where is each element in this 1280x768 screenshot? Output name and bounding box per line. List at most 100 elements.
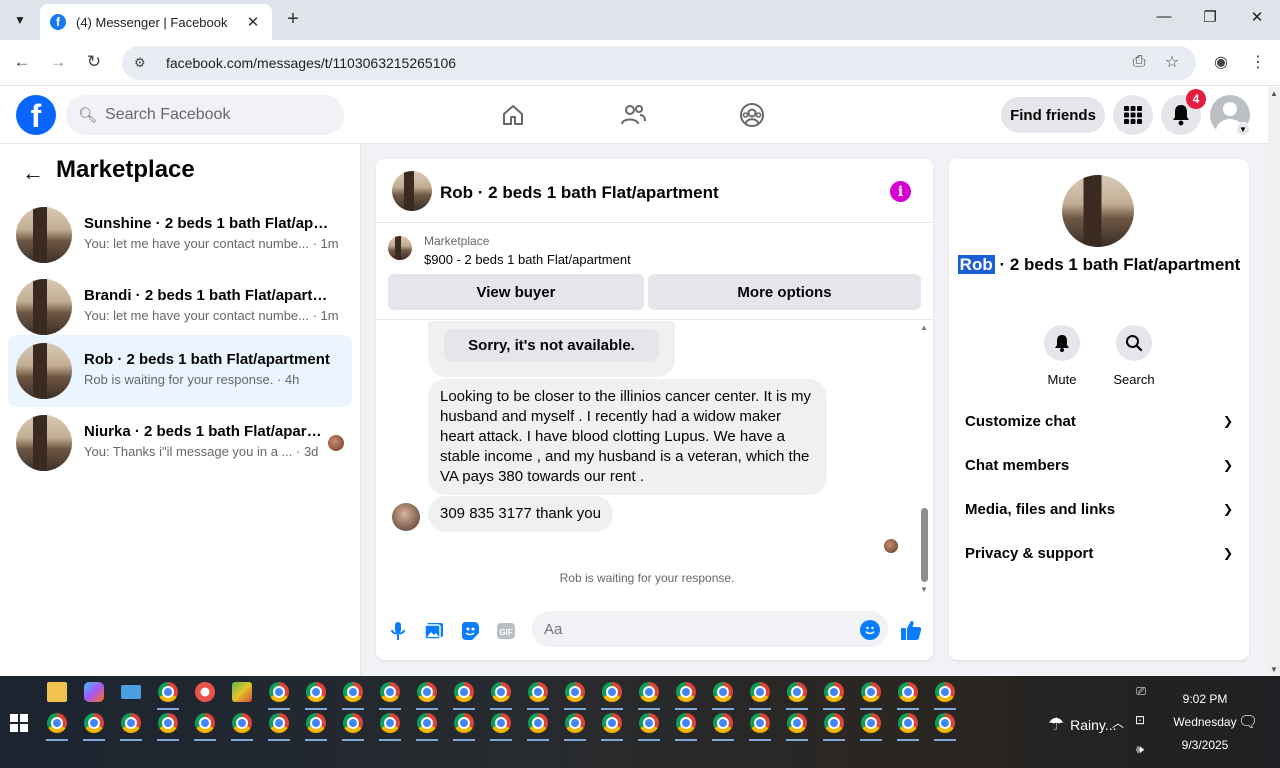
chrome-taskbar-icon[interactable] bbox=[602, 682, 622, 702]
chrome-taskbar-icon[interactable] bbox=[380, 713, 400, 733]
chrome-taskbar-icon[interactable] bbox=[750, 682, 770, 702]
conversation-item-active[interactable]: Rob · 2 beds 1 bath Flat/apartment Rob i… bbox=[8, 335, 352, 407]
install-app-icon[interactable]: ⎙ bbox=[1128, 53, 1150, 71]
new-tab-button[interactable]: + bbox=[282, 8, 304, 31]
profile-icon[interactable]: ◉ bbox=[1210, 52, 1232, 72]
chrome-taskbar-icon[interactable] bbox=[713, 682, 733, 702]
chrome-taskbar-icon[interactable] bbox=[158, 682, 178, 702]
conversation-item[interactable]: Sunshine · 2 beds 1 bath Flat/apartment … bbox=[8, 199, 352, 271]
site-info-icon[interactable]: ⚙ bbox=[134, 55, 152, 71]
chrome-taskbar-icon[interactable] bbox=[343, 713, 363, 733]
back-icon[interactable]: ← bbox=[10, 52, 34, 72]
thumbs-up-icon[interactable] bbox=[900, 619, 922, 641]
tab-search-button[interactable]: ▼ bbox=[6, 8, 34, 32]
chrome-taskbar-icon[interactable] bbox=[565, 682, 585, 702]
conversation-item[interactable]: Niurka · 2 beds 1 bath Flat/apartment Yo… bbox=[8, 407, 352, 479]
close-window-button[interactable]: ✕ bbox=[1245, 8, 1269, 26]
forward-icon[interactable]: → bbox=[46, 52, 70, 72]
chrome-taskbar-icon[interactable] bbox=[639, 682, 659, 702]
chat-thumbnail[interactable] bbox=[392, 171, 432, 211]
more-options-button[interactable]: More options bbox=[648, 274, 921, 310]
chrome-taskbar-icon[interactable] bbox=[195, 713, 215, 733]
chrome-taskbar-icon[interactable] bbox=[232, 713, 252, 733]
chrome-taskbar-icon[interactable] bbox=[861, 682, 881, 702]
chrome-taskbar-icon[interactable] bbox=[306, 682, 326, 702]
chrome-taskbar-icon[interactable] bbox=[121, 713, 141, 733]
emoji-icon[interactable] bbox=[860, 620, 880, 640]
chrome-taskbar-icon[interactable] bbox=[639, 713, 659, 733]
view-buyer-button[interactable]: View buyer bbox=[388, 274, 644, 310]
chrome-taskbar-icon[interactable] bbox=[158, 713, 178, 733]
chrome-taskbar-icon[interactable] bbox=[491, 682, 511, 702]
chat-members-section[interactable]: Chat members ❯ bbox=[965, 453, 1233, 477]
scroll-down-icon[interactable]: ▼ bbox=[920, 585, 928, 594]
account-chevron-down-icon[interactable]: ▼ bbox=[1236, 122, 1250, 136]
chrome-taskbar-icon[interactable] bbox=[676, 713, 696, 733]
volume-icon[interactable]: 🕪︎ bbox=[1132, 742, 1148, 757]
sender-avatar[interactable] bbox=[392, 503, 420, 531]
gif-icon[interactable]: GIF bbox=[496, 621, 516, 641]
chrome-taskbar-icon[interactable] bbox=[824, 713, 844, 733]
home-nav-icon[interactable] bbox=[497, 99, 529, 131]
clock-date[interactable]: 9/3/2025 bbox=[1152, 738, 1258, 752]
notification-center-icon[interactable]: 🗨︎ bbox=[1238, 712, 1258, 732]
chrome-taskbar-icon[interactable] bbox=[898, 713, 918, 733]
copilot-icon[interactable] bbox=[84, 682, 104, 702]
file-explorer-icon[interactable] bbox=[47, 682, 67, 702]
app-icon[interactable] bbox=[195, 682, 215, 702]
chrome-taskbar-icon[interactable] bbox=[269, 713, 289, 733]
groups-nav-icon[interactable] bbox=[736, 99, 768, 131]
listing-large-thumbnail[interactable] bbox=[1062, 175, 1134, 247]
chrome-taskbar-icon[interactable] bbox=[787, 713, 807, 733]
minimize-button[interactable]: — bbox=[1152, 8, 1176, 25]
chrome-menu-icon[interactable]: ⋮ bbox=[1247, 52, 1269, 72]
chrome-taskbar-icon[interactable] bbox=[417, 682, 437, 702]
menu-grid-icon[interactable] bbox=[1113, 95, 1153, 135]
reload-icon[interactable]: ↻ bbox=[82, 52, 106, 72]
network-icon[interactable]: ⊡ bbox=[1132, 713, 1148, 727]
chrome-taskbar-icon[interactable] bbox=[306, 713, 326, 733]
chat-title[interactable]: Rob · 2 beds 1 bath Flat/apartment bbox=[440, 183, 719, 203]
conversation-item[interactable]: Brandi · 2 beds 1 bath Flat/apartment Yo… bbox=[8, 271, 352, 343]
chrome-taskbar-icon[interactable] bbox=[824, 682, 844, 702]
message-scrollbar[interactable]: ▲ ▼ bbox=[918, 321, 930, 599]
facebook-search-input[interactable]: 🔍︎ Search Facebook bbox=[66, 95, 344, 135]
tray-chevron-up-icon[interactable]: ︿ bbox=[1111, 714, 1125, 731]
find-friends-button[interactable]: Find friends bbox=[1001, 97, 1105, 133]
search-in-chat-button[interactable]: Search bbox=[1104, 325, 1164, 387]
chrome-taskbar-icon[interactable] bbox=[491, 713, 511, 733]
chrome-taskbar-icon[interactable] bbox=[565, 713, 585, 733]
chrome-taskbar-icon[interactable] bbox=[935, 713, 955, 733]
sorry-not-available-button[interactable]: Sorry, it's not available. bbox=[444, 329, 659, 361]
scroll-up-icon[interactable]: ▲ bbox=[920, 323, 928, 332]
chrome-taskbar-icon[interactable] bbox=[528, 682, 548, 702]
chrome-taskbar-icon[interactable] bbox=[713, 713, 733, 733]
photo-icon[interactable] bbox=[424, 621, 444, 641]
chrome-taskbar-icon[interactable] bbox=[454, 713, 474, 733]
friends-nav-icon[interactable] bbox=[617, 99, 649, 131]
sticker-icon[interactable] bbox=[460, 621, 480, 641]
microphone-icon[interactable] bbox=[388, 621, 408, 641]
chrome-taskbar-icon[interactable] bbox=[935, 682, 955, 702]
listing-price[interactable]: $900 - 2 beds 1 bath Flat/apartment bbox=[424, 252, 631, 267]
chrome-taskbar-icon[interactable] bbox=[454, 682, 474, 702]
address-bar[interactable]: ⚙ facebook.com/messages/t/11030632152651… bbox=[122, 46, 1196, 80]
chrome-taskbar-icon[interactable] bbox=[898, 682, 918, 702]
chrome-taskbar-icon[interactable] bbox=[84, 713, 104, 733]
chrome-taskbar-icon[interactable] bbox=[269, 682, 289, 702]
scroll-thumb[interactable] bbox=[921, 508, 928, 582]
chrome-taskbar-icon[interactable] bbox=[343, 682, 363, 702]
chrome-taskbar-icon[interactable] bbox=[528, 713, 548, 733]
chrome-taskbar-icon[interactable] bbox=[787, 682, 807, 702]
weather-widget[interactable]: ☂ Rainy... bbox=[1048, 714, 1117, 735]
app-icon[interactable] bbox=[232, 682, 252, 702]
windows-start-icon[interactable] bbox=[10, 714, 28, 732]
scroll-down-icon[interactable]: ▼ bbox=[1270, 665, 1278, 674]
privacy-support-section[interactable]: Privacy & support ❯ bbox=[965, 541, 1233, 565]
chrome-taskbar-icon[interactable] bbox=[602, 713, 622, 733]
back-arrow-icon[interactable]: ← bbox=[22, 160, 44, 186]
bookmark-star-icon[interactable]: ☆ bbox=[1161, 52, 1183, 72]
browser-tab[interactable]: f (4) Messenger | Facebook ✕ bbox=[40, 4, 272, 40]
media-files-links-section[interactable]: Media, files and links ❯ bbox=[965, 497, 1233, 521]
chrome-taskbar-icon[interactable] bbox=[861, 713, 881, 733]
